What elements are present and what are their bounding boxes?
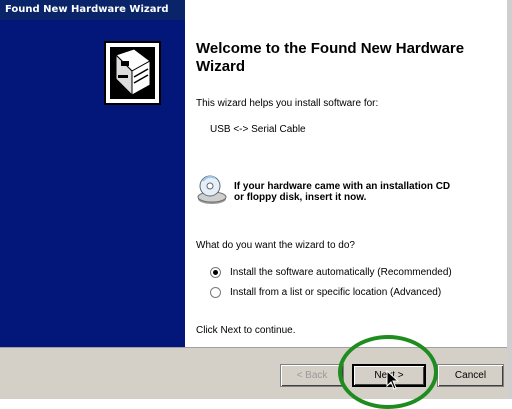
radio-automatic[interactable] — [210, 266, 221, 278]
hardware-card-icon — [104, 41, 161, 105]
cd-instruction: If your hardware came with an installati… — [234, 181, 450, 203]
device-name: USB <-> Serial Cable — [210, 124, 306, 135]
mouse-pointer-icon — [386, 370, 400, 390]
intro-text: This wizard helps you install software f… — [196, 98, 379, 109]
question-text: What do you want the wizard to do? — [196, 240, 355, 251]
option-automatic[interactable]: Install the software automatically (Reco… — [210, 265, 452, 279]
cd-floppy-icon — [197, 175, 227, 204]
window-edge — [507, 0, 512, 399]
window-title: Found New Hardware Wizard — [0, 0, 185, 20]
cd-instruction-line-2: or floppy disk, insert it now. — [234, 192, 367, 203]
radio-advanced[interactable] — [210, 286, 221, 298]
option-advanced[interactable]: Install from a list or specific location… — [210, 285, 441, 299]
option-advanced-label[interactable]: Install from a list or specific location… — [230, 287, 441, 298]
cancel-button[interactable]: Cancel — [437, 364, 504, 387]
footer-text: Click Next to continue. — [196, 325, 296, 336]
back-button[interactable]: < Back — [280, 364, 344, 387]
page-title: Welcome to the Found New Hardware Wizard — [196, 40, 465, 75]
option-automatic-label[interactable]: Install the software automatically (Reco… — [230, 267, 452, 278]
cd-instruction-line-1: If your hardware came with an installati… — [234, 181, 451, 192]
